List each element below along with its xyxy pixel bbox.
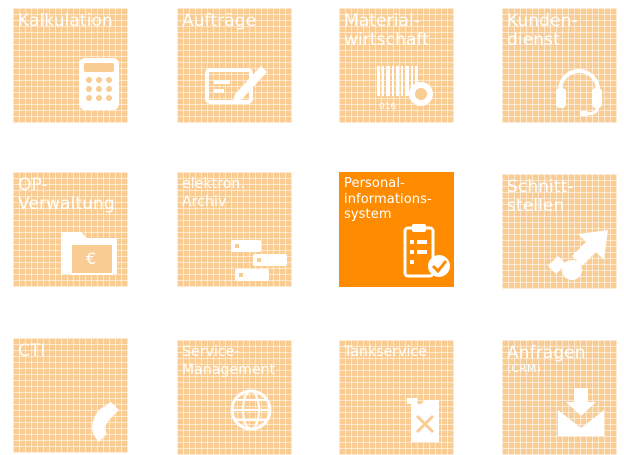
tile-schnittstellen[interactable]: Schnitt-stellen xyxy=(502,174,617,289)
tile-title: Kalkulation xyxy=(18,11,113,31)
tile-anfragen-crm[interactable]: Anfragen (CRM) xyxy=(502,340,617,455)
tile-op-verwaltung[interactable]: OP- Verwaltung € xyxy=(13,172,128,287)
euro-sign: € xyxy=(86,249,97,268)
tile-cti[interactable]: CTI xyxy=(13,338,128,453)
barcode-number: 016 xyxy=(379,102,397,112)
phone-icon xyxy=(87,400,121,446)
tile-service-management[interactable]: Service- Management xyxy=(177,340,292,455)
calculator-icon xyxy=(77,56,121,112)
tile-kalkulation[interactable]: Kalkulation xyxy=(13,8,128,123)
envelope-down-icon xyxy=(556,386,606,436)
tile-title: Aufträge xyxy=(182,11,257,31)
tile-title: Schnitt-stellen xyxy=(507,177,574,217)
tile-title: CTI xyxy=(18,341,46,361)
pen-document-icon xyxy=(205,60,269,106)
fuel-canister-icon xyxy=(405,394,445,444)
tile-elektron-archiv[interactable]: elektron. Archiv xyxy=(177,172,292,287)
tile-title: elektron. Archiv xyxy=(182,176,245,210)
tile-materialwirtschaft[interactable]: Material-wirtschaft 016 xyxy=(339,8,454,123)
archive-boxes-icon xyxy=(229,238,289,284)
tile-title: Service- Management xyxy=(182,344,276,378)
clipboard-check-icon xyxy=(399,222,454,280)
tile-title: Anfragen (CRM) xyxy=(507,343,613,376)
tile-title: Personal-informations-system xyxy=(344,176,432,223)
headset-icon xyxy=(554,60,604,116)
tile-title: OP- Verwaltung xyxy=(18,175,115,215)
tile-subtitle: (CRM) xyxy=(507,362,541,376)
tile-personalinformationssystem[interactable]: Personal-informations-system xyxy=(339,172,454,287)
tile-title: Tankservice xyxy=(344,344,428,360)
tile-auftraege[interactable]: Aufträge xyxy=(177,8,292,123)
tile-kundendienst[interactable]: Kunden-dienst xyxy=(502,8,617,123)
tile-title: Kunden-dienst xyxy=(507,11,578,51)
tile-tankservice[interactable]: Tankservice xyxy=(339,340,454,455)
globe-icon xyxy=(229,388,273,432)
tile-title: Material-wirtschaft xyxy=(344,11,430,51)
interface-arrows-icon xyxy=(544,228,610,282)
